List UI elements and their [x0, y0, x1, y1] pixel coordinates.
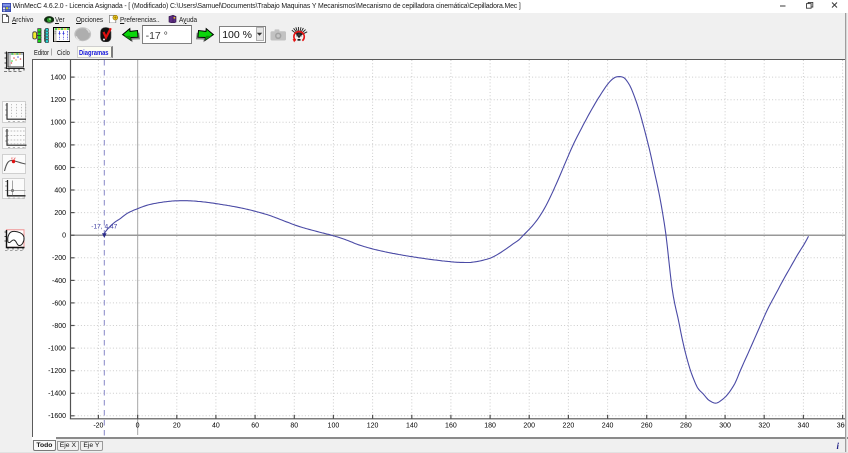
svg-text:20: 20: [173, 422, 181, 429]
svg-text:300: 300: [719, 422, 731, 429]
svg-text:1200: 1200: [50, 97, 66, 104]
svg-text:800: 800: [54, 142, 66, 149]
svg-text:-1400: -1400: [48, 391, 66, 398]
svg-text:260: 260: [641, 422, 653, 429]
svg-text:600: 600: [54, 165, 66, 172]
svg-text:-400: -400: [52, 278, 66, 285]
svg-text:0: 0: [62, 233, 66, 240]
svg-text:140: 140: [406, 422, 418, 429]
svg-text:40: 40: [212, 422, 220, 429]
svg-text:100: 100: [328, 422, 340, 429]
svg-text:340: 340: [798, 422, 810, 429]
svg-text:-1600: -1600: [48, 413, 66, 420]
svg-text:0: 0: [136, 422, 140, 429]
svg-text:-20: -20: [93, 422, 103, 429]
svg-text:-1000: -1000: [48, 346, 66, 353]
svg-text:280: 280: [680, 422, 692, 429]
svg-text:80: 80: [290, 422, 298, 429]
svg-text:x,y: x,y: [11, 156, 16, 160]
svg-text:160: 160: [445, 422, 457, 429]
svg-text:400: 400: [54, 187, 66, 194]
svg-text:-17, 4.47: -17, 4.47: [91, 223, 117, 230]
svg-text:200: 200: [523, 422, 535, 429]
svg-text:60: 60: [251, 422, 259, 429]
svg-text:-800: -800: [52, 323, 66, 330]
svg-text:220: 220: [563, 422, 575, 429]
svg-text:180: 180: [484, 422, 496, 429]
svg-text:1000: 1000: [50, 120, 66, 127]
svg-text:320: 320: [758, 422, 770, 429]
svg-text:-200: -200: [52, 255, 66, 262]
svg-text:120: 120: [367, 422, 379, 429]
svg-text:240: 240: [602, 422, 614, 429]
svg-text:-1200: -1200: [48, 368, 66, 375]
svg-text:1400: 1400: [50, 75, 66, 82]
svg-text:200: 200: [54, 210, 66, 217]
svg-text:360: 360: [837, 422, 846, 429]
svg-text:-600: -600: [52, 300, 66, 307]
